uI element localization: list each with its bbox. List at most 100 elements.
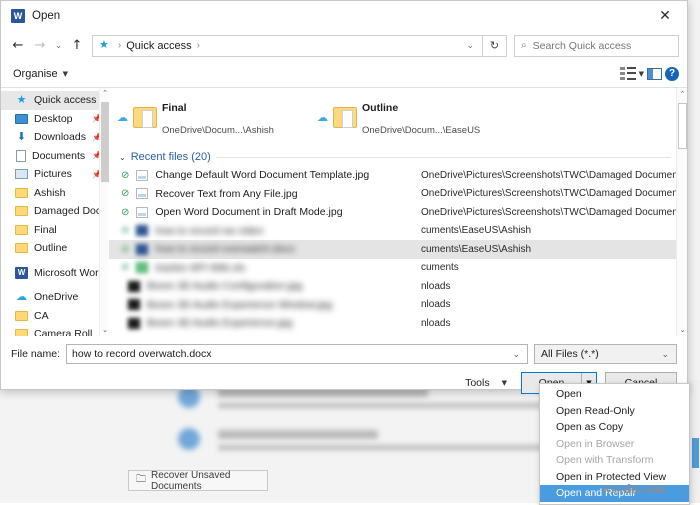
menu-item-open-as-copy[interactable]: Open as Copy	[540, 419, 689, 436]
chevron-down-icon[interactable]: ⌄	[507, 349, 525, 360]
word-icon: W	[15, 266, 28, 279]
sidebar-item-desktop[interactable]: Desktop 📌	[1, 110, 109, 129]
file-path: nloads	[421, 317, 451, 329]
sidebar-item-label: Pictures	[34, 168, 72, 181]
table-row[interactable]: ⊘ how to record overwatch.docx cuments\E…	[109, 240, 687, 259]
preview-pane-icon[interactable]	[647, 67, 662, 80]
search-placeholder: Search Quick access	[532, 39, 632, 52]
sidebar-item-camera-roll[interactable]: Camera Roll	[1, 325, 109, 336]
toolbar-right-group: ▼ ?	[619, 66, 679, 81]
chevron-down-icon[interactable]: ⌄	[656, 349, 674, 360]
recover-unsaved-documents-button[interactable]: 🗀 Recover Unsaved Documents	[128, 469, 268, 492]
recover-unsaved-documents-label: Recover Unsaved Documents	[151, 469, 231, 492]
breadcrumb-separator[interactable]: ›	[197, 40, 200, 51]
scroll-up-icon[interactable]: ⌃	[100, 88, 109, 99]
recent-files-header[interactable]: ⌄ Recent files (20)	[119, 151, 687, 163]
frequent-folder-name: Final	[162, 102, 187, 114]
search-icon: ⌕	[521, 40, 527, 51]
change-view-icon[interactable]	[619, 66, 636, 81]
help-icon[interactable]: ?	[665, 66, 679, 81]
file-name: Boom 3D Audio Configuration.jpg	[147, 280, 303, 293]
sidebar-scrollbar[interactable]: ⌃ ⌄	[99, 88, 109, 336]
sidebar-scrollbar-thumb[interactable]	[101, 102, 109, 182]
file-name: Boom 3D Audio Experience Window.jpg	[147, 298, 333, 311]
organise-button[interactable]: Organise ▼	[13, 68, 68, 80]
word-file-icon	[136, 243, 149, 255]
file-name: tracker API Wiki.xls	[155, 261, 246, 274]
frequent-folder-item[interactable]: ☁ Final OneDrive\Docum...\Ashish	[117, 96, 317, 139]
table-row[interactable]: Boom 3D Audio Configuration.jpg nloads	[109, 277, 687, 296]
scroll-down-icon[interactable]: ⌄	[677, 324, 687, 336]
folder-open-icon: 🗀	[136, 474, 146, 485]
sidebar-item-pictures[interactable]: Pictures 📌	[1, 165, 109, 184]
frequent-folder-item[interactable]: ☁ Outline OneDrive\Docum...\EaseUS	[317, 96, 517, 139]
tools-button[interactable]: Tools ▼	[465, 377, 507, 389]
sidebar-item-documents[interactable]: Documents 📌	[1, 147, 109, 166]
sidebar-item-final[interactable]: Final	[1, 221, 109, 240]
background-scrollbar[interactable]	[691, 380, 700, 503]
breadcrumb-quick-access[interactable]: Quick access	[126, 40, 191, 52]
sidebar-item-quick-access[interactable]: ★ Quick access	[1, 91, 109, 110]
breadcrumb-separator: ›	[117, 40, 122, 51]
address-bar[interactable]: ★ › Quick access › ⌄	[92, 34, 483, 57]
table-row[interactable]: Boom 3D Audio Experience Window.jpg nloa…	[109, 296, 687, 315]
file-name-input[interactable]: how to record overwatch.docx ⌄	[66, 344, 528, 364]
folder-icon	[15, 224, 28, 235]
table-row[interactable]: ⊘ Open Word Document in Draft Mode.jpg O…	[109, 203, 687, 222]
folder-icon	[333, 107, 357, 129]
jpg-file-icon	[136, 169, 149, 181]
menu-item-open[interactable]: Open	[540, 386, 689, 403]
table-row[interactable]: ⊘ how to record ow video cuments\EaseUS\…	[109, 222, 687, 241]
sidebar-item-onedrive[interactable]: ☁ OneDrive	[1, 288, 109, 307]
chevron-down-icon[interactable]: ▼	[639, 70, 644, 78]
chevron-down-icon[interactable]: ⌄	[460, 40, 480, 51]
folder-icon	[15, 310, 28, 321]
sidebar-item-ashish[interactable]: Ashish	[1, 184, 109, 203]
table-row[interactable]: Boom 3D Audio Experience.jpg nloads	[109, 314, 687, 333]
recent-locations-icon[interactable]: ⌄	[51, 35, 66, 57]
search-input[interactable]: ⌕ Search Quick access	[514, 34, 679, 57]
close-icon[interactable]: ✕	[643, 1, 687, 31]
background-scrollbar-thumb[interactable]	[692, 438, 699, 468]
navigation-sidebar: ★ Quick access Desktop 📌 ⬇ Downloads 📌 D…	[1, 88, 109, 336]
file-name-row: File name: how to record overwatch.docx …	[11, 344, 677, 364]
up-icon[interactable]: ↑	[66, 35, 88, 57]
back-icon[interactable]: ←	[7, 35, 29, 57]
refresh-icon[interactable]: ↻	[483, 34, 507, 57]
file-type-select[interactable]: All Files (*.*) ⌄	[534, 344, 677, 364]
sidebar-item-microsoft-word[interactable]: W Microsoft Word	[1, 264, 109, 283]
dialog-title: Open	[32, 10, 61, 22]
forward-icon[interactable]: →	[29, 35, 51, 57]
chevron-down-icon: ▼	[62, 69, 69, 78]
scroll-down-icon[interactable]: ⌄	[100, 325, 109, 336]
file-path: nloads	[421, 299, 451, 311]
organise-toolbar: Organise ▼ ▼ ?	[1, 60, 687, 88]
file-list-scrollbar-thumb[interactable]	[678, 103, 687, 149]
sidebar-item-outline[interactable]: Outline	[1, 239, 109, 258]
table-row[interactable]: ⊘ Change Default Word Document Template.…	[109, 166, 687, 185]
table-row[interactable]: ⊘ tracker API Wiki.xls cuments	[109, 259, 687, 278]
menu-item-open-read-only[interactable]: Open Read-Only	[540, 403, 689, 420]
file-list-scrollbar[interactable]: ⌃ ⌄	[676, 88, 687, 336]
watermark: wsxdn.com	[602, 481, 666, 496]
file-name: how to record ow video	[155, 224, 264, 237]
scroll-up-icon[interactable]: ⌃	[677, 88, 687, 100]
pictures-icon	[15, 169, 28, 180]
file-path: cuments	[421, 262, 459, 274]
table-row[interactable]: ⊘ Recover Text from Any File.jpg OneDriv…	[109, 185, 687, 204]
documents-icon	[16, 149, 26, 162]
header-rule	[215, 156, 671, 158]
sidebar-item-damaged-documents[interactable]: Damaged Docur	[1, 202, 109, 221]
sidebar-item-downloads[interactable]: ⬇ Downloads 📌	[1, 128, 109, 147]
sidebar-item-label: Ashish	[34, 186, 66, 199]
sidebar-item-label: OneDrive	[34, 291, 79, 304]
frequent-folder-name: Outline	[362, 102, 399, 114]
cloud-icon: ☁	[16, 291, 27, 304]
file-name: Change Default Word Document Template.jp…	[155, 169, 370, 182]
sidebar-item-label: Microsoft Word	[34, 266, 105, 279]
folder-icon	[15, 187, 28, 198]
menu-item-open-in-browser: Open in Browser	[556, 437, 635, 450]
chevron-down-icon[interactable]: ⌄	[119, 153, 126, 162]
cloud-icon: ☁	[317, 112, 328, 125]
sidebar-item-ca[interactable]: CA	[1, 307, 109, 326]
